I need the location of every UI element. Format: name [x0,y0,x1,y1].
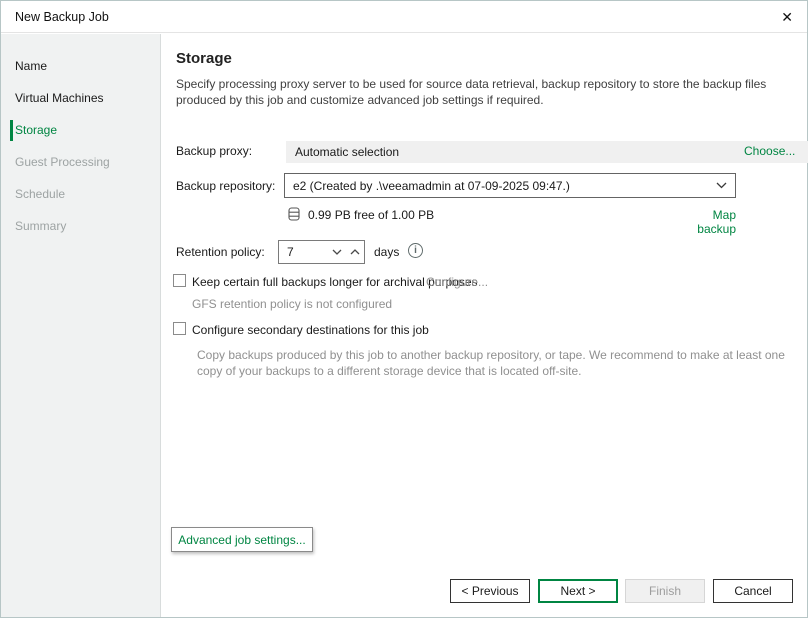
finish-button: Finish [625,579,705,603]
window-title: New Backup Job [15,10,109,24]
info-icon[interactable]: i [408,243,423,258]
wizard-steps-sidebar: Name Virtual Machines Storage Guest Proc… [1,34,161,617]
advanced-job-settings-button[interactable]: Advanced job settings... [171,527,313,552]
gfs-checkbox[interactable] [173,274,186,287]
title-bar: New Backup Job ✕ [1,1,807,33]
page-description: Specify processing proxy server to be us… [176,76,804,108]
secondary-destinations-label[interactable]: Configure secondary destinations for thi… [192,323,429,337]
sidebar-item-summary: Summary [1,210,160,242]
next-button[interactable]: Next > [538,579,618,603]
dialog-content: Name Virtual Machines Storage Guest Proc… [1,34,807,617]
gfs-configure-link: Configure... [426,275,488,289]
retention-days-stepper[interactable]: 7 [278,240,365,264]
retention-days-value[interactable]: 7 [279,245,328,259]
backup-proxy-value: Automatic selection [286,141,808,163]
sidebar-item-guest-processing: Guest Processing [1,146,160,178]
sidebar-item-schedule: Schedule [1,178,160,210]
sidebar-item-name[interactable]: Name [1,50,160,82]
stepper-down-icon[interactable] [328,241,346,263]
secondary-destinations-description: Copy backups produced by this job to ano… [197,347,808,379]
previous-button[interactable]: < Previous [450,579,530,603]
choose-proxy-link[interactable]: Choose... [744,144,795,158]
repository-disk-icon [288,207,300,221]
storage-step-pane: Storage Specify processing proxy server … [161,34,807,617]
sidebar-item-label: Summary [15,219,66,233]
repository-free-space: 0.99 PB free of 1.00 PB [308,208,434,222]
sidebar-item-virtual-machines[interactable]: Virtual Machines [1,82,160,114]
backup-repository-label: Backup repository: [176,179,275,193]
backup-repository-value: e2 (Created by .\veeamadmin at 07-09-202… [293,179,716,193]
sidebar-item-label: Schedule [15,187,65,201]
stepper-up-icon[interactable] [346,241,364,263]
sidebar-item-storage[interactable]: Storage [1,114,160,146]
page-title: Storage [176,50,232,67]
backup-proxy-text: Automatic selection [295,145,399,159]
chevron-down-icon [716,182,727,189]
close-icon[interactable]: ✕ [781,10,793,24]
gfs-status-text: GFS retention policy is not configured [192,297,392,311]
sidebar-item-label: Storage [15,123,57,137]
sidebar-item-label: Name [15,59,47,73]
sidebar-item-label: Guest Processing [15,155,110,169]
retention-policy-label: Retention policy: [176,245,265,259]
retention-unit-label: days [374,245,399,259]
cancel-button[interactable]: Cancel [713,579,793,603]
map-backup-link[interactable]: Map backup [673,208,736,236]
new-backup-job-dialog: { "window": { "title": "New Backup Job",… [0,0,808,618]
backup-repository-dropdown[interactable]: e2 (Created by .\veeamadmin at 07-09-202… [284,173,736,198]
backup-proxy-label: Backup proxy: [176,144,252,158]
secondary-destinations-checkbox[interactable] [173,322,186,335]
sidebar-item-label: Virtual Machines [15,91,104,105]
